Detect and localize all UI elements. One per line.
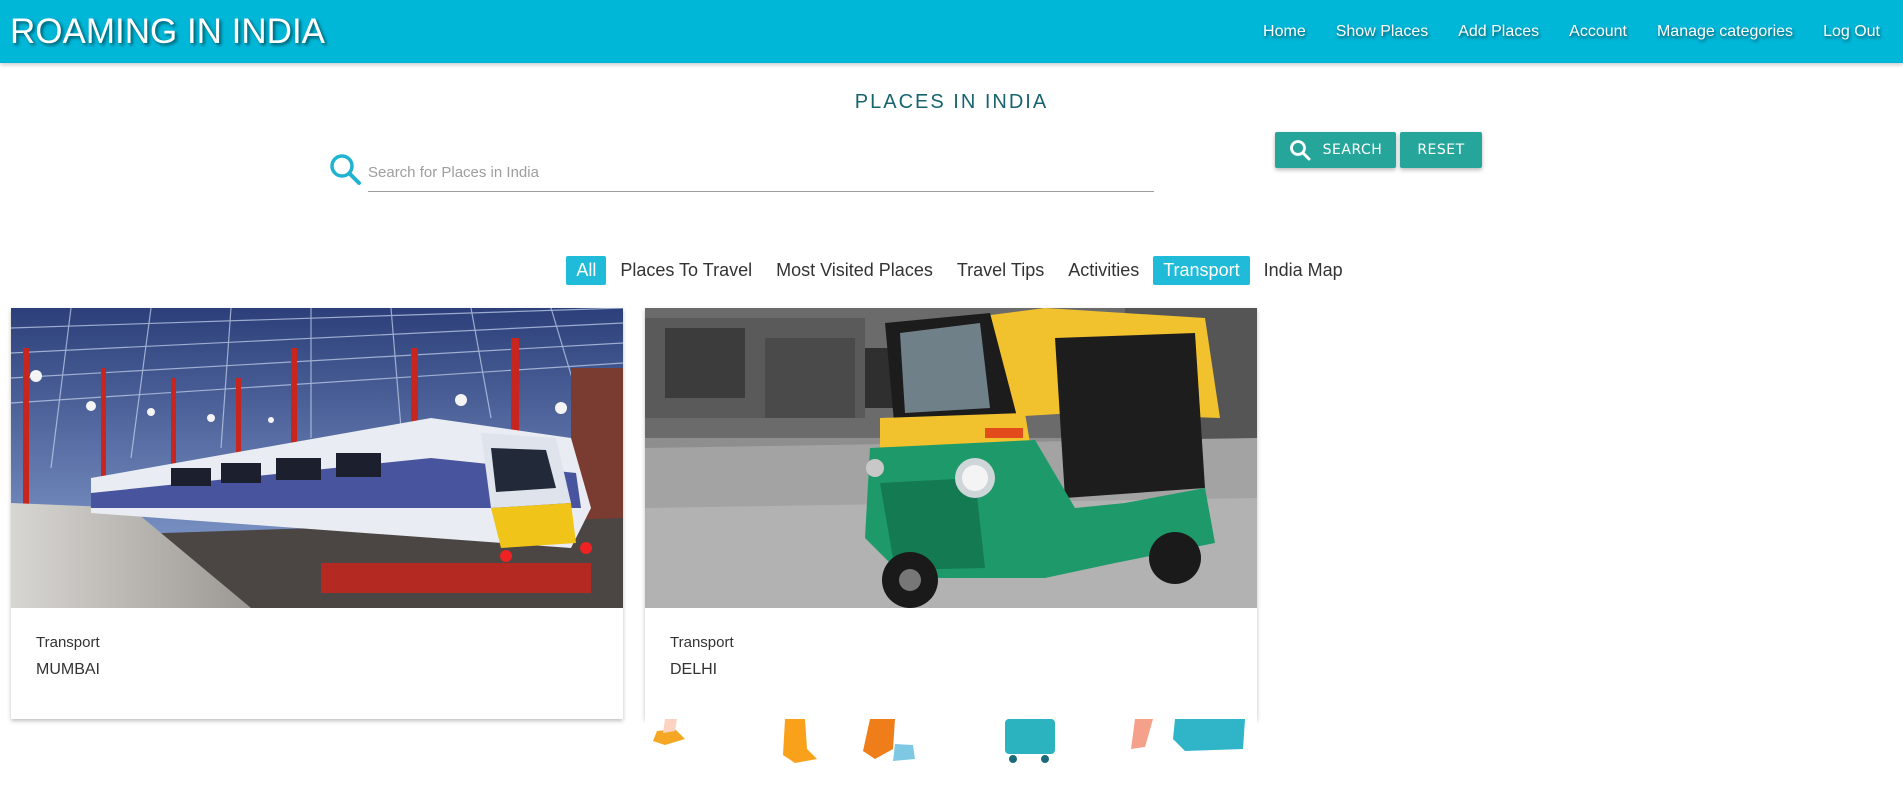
nav-links: Home Show Places Add Places Account Mana… [1248,23,1895,41]
nav-home[interactable]: Home [1248,23,1321,41]
tab-travel-tips[interactable]: Travel Tips [947,256,1054,285]
nav-log-out[interactable]: Log Out [1808,23,1895,41]
card-title: DELHI [670,661,718,678]
reset-button-label: RESET [1417,142,1465,158]
card-body: Transport MUMBAI [11,608,623,679]
search-button-label: SEARCH [1322,142,1383,158]
top-navbar: ROAMING IN INDIA Home Show Places Add Pl… [0,0,1903,63]
nav-manage-categories[interactable]: Manage categories [1642,23,1808,41]
brand-logo[interactable]: ROAMING IN INDIA [10,14,325,49]
tab-india-map[interactable]: India Map [1254,256,1353,285]
card-body: Transport DELHI [645,608,1257,679]
card-category: Transport [670,634,734,651]
place-card[interactable]: Transport DELHI [645,308,1257,719]
travellers-illustration [645,719,1257,791]
card-title: MUMBAI [36,661,100,678]
nav-show-places[interactable]: Show Places [1321,23,1444,41]
category-tabs: All Places To Travel Most Visited Places… [0,256,1903,285]
train-station-photo [11,308,623,608]
tab-transport[interactable]: Transport [1153,256,1250,285]
tab-most-visited-places[interactable]: Most Visited Places [766,256,943,285]
auto-rickshaw-photo [645,308,1257,608]
search-icon [1289,140,1311,161]
nav-add-places[interactable]: Add Places [1443,23,1554,41]
tab-activities[interactable]: Activities [1058,256,1149,285]
nav-account[interactable]: Account [1554,23,1642,41]
reset-button[interactable]: RESET [1400,132,1482,168]
tab-all[interactable]: All [566,256,607,285]
page-title: PLACES IN INDIA [854,91,1049,113]
card-category: Transport [36,634,100,651]
search-button[interactable]: SEARCH [1275,132,1396,168]
search-input[interactable] [368,154,1154,192]
search-icon [330,154,361,185]
tab-places-to-travel[interactable]: Places To Travel [610,256,762,285]
place-card[interactable]: Transport MUMBAI [11,308,623,719]
search-area [328,150,1154,194]
